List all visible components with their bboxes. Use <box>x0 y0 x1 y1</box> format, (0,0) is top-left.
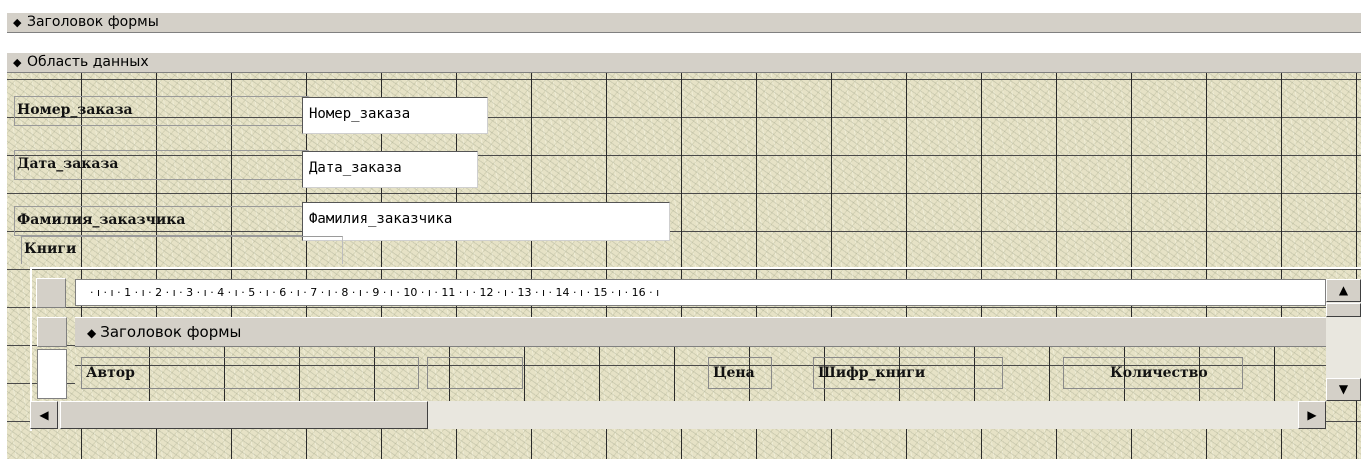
subform-label[interactable]: Книги <box>21 236 343 264</box>
customer-lastname-label[interactable]: Фамилия_заказчика <box>14 206 309 236</box>
column-label-book-code[interactable]: Шифр_книги <box>813 357 1003 389</box>
detail-section-bar[interactable]: ◆ Область данных <box>7 52 1361 73</box>
order-number-label[interactable]: Номер_заказа <box>14 96 309 126</box>
scroll-down-icon[interactable]: ▼ <box>1326 378 1361 401</box>
detail-section-label: Область данных <box>27 54 149 70</box>
form-design-window: ◆ Заголовок формы ◆ Область данных Номер_з… <box>0 0 1361 459</box>
customer-lastname-field[interactable]: Фамилия_заказчика <box>302 202 670 241</box>
horizontal-ruler[interactable]: · ı · ı · 1 · ı · 2 · ı · 3 · ı · 4 · ı … <box>75 279 1326 306</box>
books-subform[interactable]: · ı · ı · 1 · ı · 2 · ı · 3 · ı · 4 · ı … <box>30 267 1361 431</box>
column-placeholder-box[interactable] <box>427 357 523 389</box>
order-number-field[interactable]: Номер_заказа <box>302 97 488 134</box>
vertical-scroll-thumb[interactable] <box>1326 303 1361 317</box>
subform-header-section-bar[interactable]: ◆ Заголовок формы <box>75 317 1326 347</box>
ruler-ticks: · ı · ı · 1 · ı · 2 · ı · 3 · ı · 4 · ı … <box>90 286 660 299</box>
column-label-author[interactable]: Автор <box>81 357 419 389</box>
order-date-field[interactable]: Дата_заказа <box>302 151 478 188</box>
section-arrow-icon: ◆ <box>13 16 22 29</box>
form-header-label: Заголовок формы <box>27 14 159 30</box>
vertical-scrollbar[interactable]: ▲ ▼ <box>1326 279 1361 401</box>
section-arrow-icon: ◆ <box>13 56 22 69</box>
column-label-price[interactable]: Цена <box>708 357 772 389</box>
scroll-right-icon[interactable]: ▶ <box>1298 401 1326 429</box>
section-arrow-icon: ◆ <box>87 326 97 340</box>
horizontal-scroll-thumb[interactable] <box>60 401 428 429</box>
subform-header-area[interactable]: Автор Цена Шифр_книги Количество <box>75 347 1326 403</box>
scroll-up-icon[interactable]: ▲ <box>1326 279 1361 302</box>
inner-section-selector[interactable] <box>37 317 67 347</box>
form-header-section-bar[interactable]: ◆ Заголовок формы <box>7 12 1361 33</box>
subform-selector[interactable] <box>36 278 66 308</box>
order-date-label[interactable]: Дата_заказа <box>14 150 309 180</box>
horizontal-scrollbar[interactable]: ◀ ▶ <box>30 401 1326 429</box>
scroll-left-icon[interactable]: ◀ <box>30 401 58 429</box>
subform-header-label: Заголовок формы <box>100 323 242 341</box>
vertical-ruler[interactable] <box>37 349 67 399</box>
column-label-quantity[interactable]: Количество <box>1063 357 1243 389</box>
